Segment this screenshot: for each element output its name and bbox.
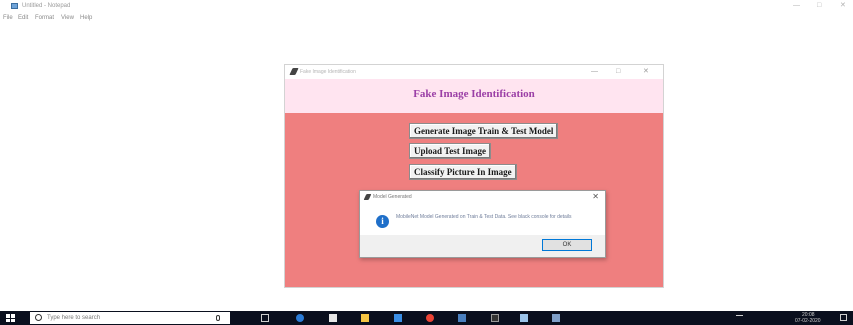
windows-logo-pane xyxy=(6,318,10,322)
notepad-close-button[interactable]: ✕ xyxy=(840,1,846,11)
classify-picture-button[interactable]: Classify Picture In Image xyxy=(409,164,517,180)
start-button[interactable] xyxy=(6,314,15,322)
network-icon[interactable] xyxy=(736,315,743,321)
app-header: Fake Image Identification xyxy=(285,79,663,113)
menu-format[interactable]: Format xyxy=(35,13,54,23)
search-placeholder: Type here to search xyxy=(47,315,101,321)
microphone-icon[interactable] xyxy=(216,315,220,321)
notification-icon[interactable] xyxy=(840,314,847,321)
notepad-maximize-button[interactable]: □ xyxy=(817,1,821,11)
app-window-title: Fake Image Identification xyxy=(300,69,356,75)
notepad-menubar: File Edit Format View Help xyxy=(0,12,853,24)
windows-logo-pane xyxy=(11,314,15,318)
dialog-titlebar: Model Generated ✕ xyxy=(360,191,605,204)
dialog-title: Model Generated xyxy=(373,194,412,200)
notepad-taskbar-icon[interactable] xyxy=(520,314,528,322)
notepad-icon xyxy=(11,3,18,9)
windows-logo-pane xyxy=(11,318,15,322)
menu-file[interactable]: File xyxy=(3,13,13,23)
app-titlebar: Fake Image Identification — □ ✕ xyxy=(285,65,663,79)
store-icon[interactable] xyxy=(329,314,337,322)
search-box[interactable]: Type here to search xyxy=(30,312,230,324)
info-icon: i xyxy=(376,215,389,228)
upload-test-image-button[interactable]: Upload Test Image xyxy=(409,143,492,159)
notepad-title: Untitled - Notepad xyxy=(22,3,71,9)
edge-icon[interactable] xyxy=(296,314,304,322)
dialog-close-button[interactable]: ✕ xyxy=(592,192,599,202)
page-title: Fake Image Identification xyxy=(413,88,535,100)
app-minimize-button[interactable]: — xyxy=(591,66,598,77)
task-view-icon[interactable] xyxy=(261,314,269,322)
generate-model-button[interactable]: Generate Image Train & Test Model xyxy=(409,123,559,139)
dialog-footer: OK xyxy=(360,235,605,257)
notepad-minimize-button[interactable]: — xyxy=(793,1,800,11)
app-close-button[interactable]: ✕ xyxy=(643,66,649,77)
taskbar: Type here to search 20:08 07-02-2020 xyxy=(0,311,853,325)
ok-button[interactable]: OK xyxy=(542,239,592,251)
menu-view[interactable]: View xyxy=(61,13,74,23)
clock-date[interactable]: 07-02-2020 xyxy=(795,319,821,324)
notepad-titlebar: Untitled - Notepad — □ ✕ xyxy=(0,0,853,12)
menu-help[interactable]: Help xyxy=(80,13,92,23)
mail-icon[interactable] xyxy=(394,314,402,322)
chrome-icon[interactable] xyxy=(426,314,434,322)
python-icon[interactable] xyxy=(458,314,466,322)
feather-icon xyxy=(289,68,299,75)
menu-edit[interactable]: Edit xyxy=(18,13,28,23)
feather-icon xyxy=(363,194,372,200)
windows-logo-icon xyxy=(6,314,10,318)
app-maximize-button[interactable]: □ xyxy=(616,66,620,77)
dialog-message: MobileNet Model Generated on Train & Tes… xyxy=(396,214,572,220)
feather-taskbar-icon[interactable] xyxy=(552,314,560,322)
message-dialog: Model Generated ✕ i MobileNet Model Gene… xyxy=(359,190,606,258)
search-icon xyxy=(35,314,42,321)
explorer-icon[interactable] xyxy=(361,314,369,322)
terminal-icon[interactable] xyxy=(491,314,499,322)
